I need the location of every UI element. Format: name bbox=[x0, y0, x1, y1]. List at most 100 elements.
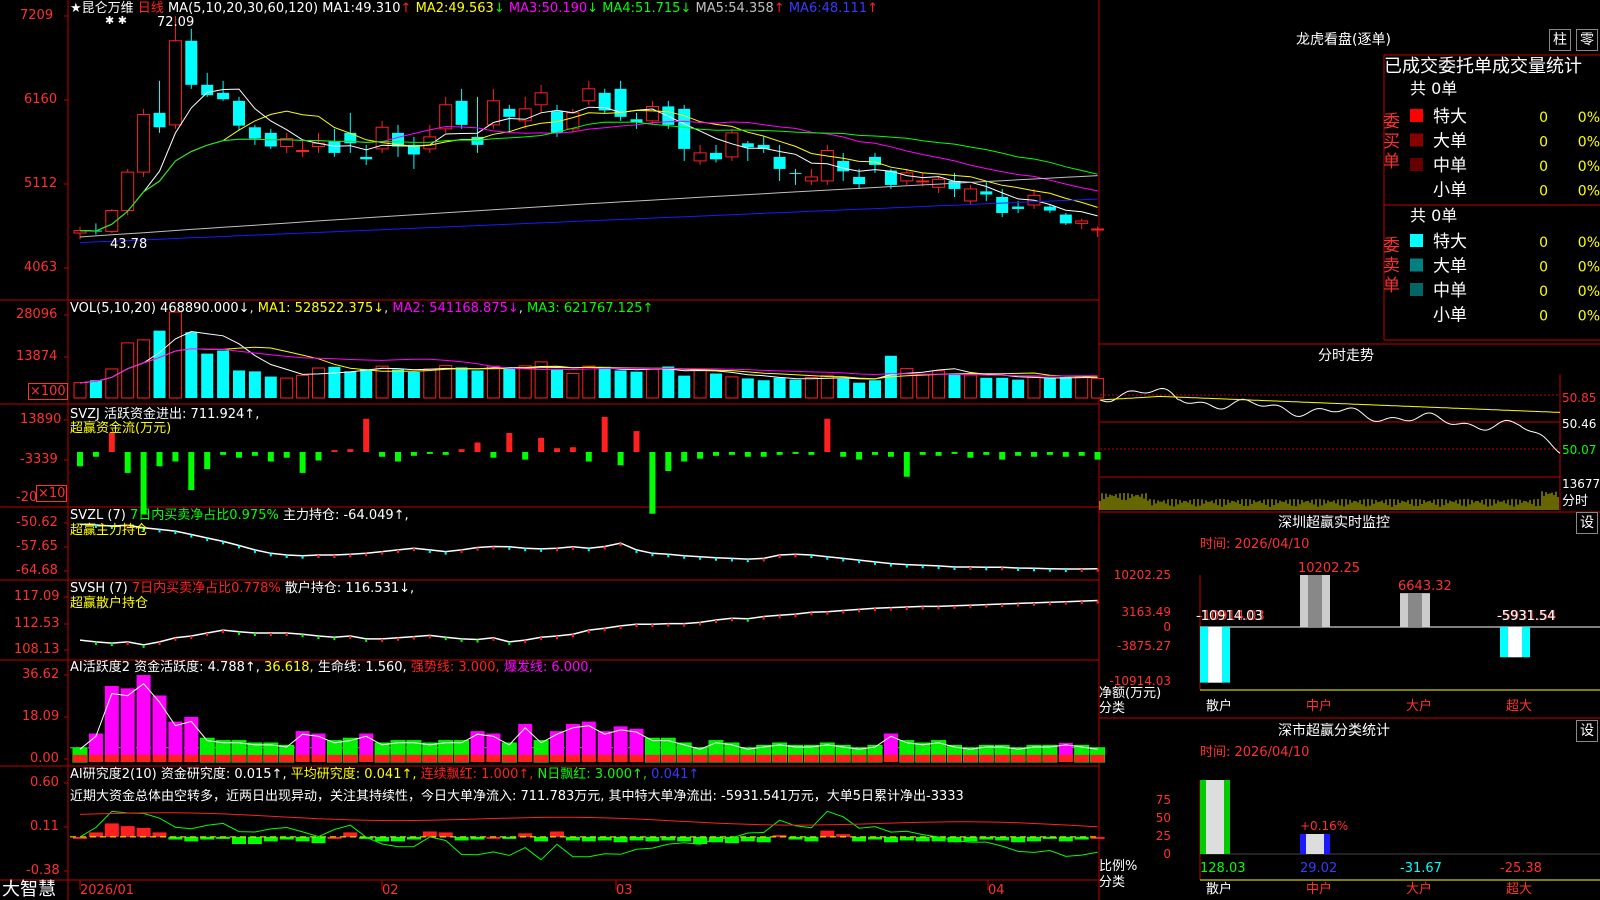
order-count: 0 bbox=[1539, 284, 1548, 300]
research-bar bbox=[263, 836, 278, 842]
volume-bar bbox=[73, 382, 87, 399]
volume-bar bbox=[678, 375, 691, 398]
research-bar bbox=[438, 832, 453, 837]
research-bar bbox=[565, 836, 580, 841]
fund-flow-bar bbox=[267, 452, 274, 462]
volume-bar bbox=[137, 339, 151, 399]
ma6-arrow: ↑ bbox=[867, 1, 878, 16]
main-holding-tick bbox=[921, 565, 924, 569]
main-holding-tick bbox=[301, 555, 304, 559]
fund-flow-bar bbox=[967, 452, 974, 458]
sz-monitor-settings-button[interactable]: 设 bbox=[1576, 512, 1598, 534]
activity-base-bar bbox=[550, 754, 564, 762]
ma-line bbox=[79, 198, 1098, 244]
volume-bar bbox=[89, 380, 102, 398]
order-count: 0 bbox=[1539, 184, 1548, 200]
research-bar bbox=[740, 836, 755, 842]
volume-bar bbox=[725, 376, 739, 399]
order-count: 0 bbox=[1539, 235, 1548, 251]
intraday-price-line bbox=[1099, 387, 1561, 454]
order-color-swatch bbox=[1410, 283, 1423, 296]
buy-total: 共 0单 bbox=[1410, 79, 1458, 98]
research-bar bbox=[550, 831, 564, 837]
ma-line bbox=[79, 121, 1098, 232]
volume-bar bbox=[1059, 377, 1072, 398]
ai2-last: 0.041↑ bbox=[651, 767, 700, 782]
vol-label: VOL(5,10,20) bbox=[70, 301, 156, 316]
period-label[interactable]: 日线 bbox=[138, 1, 164, 16]
buy-orders-label: 委买单 bbox=[1383, 112, 1400, 172]
order-type-label: 大单 bbox=[1433, 257, 1467, 277]
volume-bar bbox=[312, 367, 325, 399]
monitor-tick: 10202.25 bbox=[1114, 568, 1171, 582]
ma5-value: 54.358 bbox=[728, 1, 774, 16]
activity-bar bbox=[152, 695, 167, 762]
main-holding-tick bbox=[1017, 567, 1020, 571]
main-holding-tick bbox=[985, 567, 988, 571]
svzj-text: 活跃资金进出: 711.924↑, bbox=[104, 407, 260, 422]
fund-flow-bar bbox=[744, 452, 751, 457]
main-holding-tick bbox=[190, 534, 193, 538]
retail-holding-tick bbox=[730, 618, 733, 622]
main-chart-svg[interactable]: 特大 0 0% 大单 0 0% 中单 0 0% 小单 0 0% 特大 0 0% 大单 0 0% 中单 0 0% 小单 0 0%… bbox=[0, 0, 1600, 900]
main-holding-tick bbox=[746, 559, 749, 563]
order-type-label: 中单 bbox=[1433, 281, 1467, 301]
order-type-label: 小单 bbox=[1433, 181, 1467, 201]
order-count: 0 bbox=[1539, 260, 1548, 276]
activity-base-bar bbox=[724, 754, 739, 762]
fund-flow-bar bbox=[156, 452, 163, 467]
retail-holding-tick bbox=[619, 625, 622, 629]
research-bar bbox=[184, 836, 199, 842]
class-note: +0.16% bbox=[1300, 819, 1348, 833]
activity-bar bbox=[120, 688, 135, 762]
main-holding-tick bbox=[1080, 569, 1083, 573]
activity-base-bar bbox=[200, 754, 215, 762]
intraday-price: 50.07 bbox=[1562, 443, 1597, 457]
activity-base-bar bbox=[995, 754, 1010, 762]
candle-body bbox=[1059, 214, 1072, 224]
ai-burst: 爆发线: 6.000, bbox=[503, 660, 593, 675]
activity-base-bar bbox=[899, 754, 914, 762]
monitor-tick: -3875.27 bbox=[1117, 639, 1171, 653]
fund-flow-bar bbox=[999, 452, 1006, 460]
monitor-tick: 0 bbox=[1163, 620, 1171, 634]
activity-base-bar bbox=[756, 754, 771, 762]
ai2-tick: -0.38 bbox=[26, 863, 60, 878]
retail-holding-tick bbox=[492, 637, 495, 641]
main-holding-tick bbox=[365, 553, 368, 557]
candle-body bbox=[233, 100, 245, 126]
candle-body bbox=[503, 108, 516, 117]
retail-holding-tick bbox=[762, 616, 765, 620]
candle-body bbox=[1043, 206, 1056, 211]
vol-ma3: MA3: 621767.125↑ bbox=[527, 301, 654, 316]
activity-base-bar bbox=[868, 754, 882, 762]
candle-body bbox=[217, 92, 230, 100]
fund-flow-bar bbox=[760, 452, 767, 457]
sz-monitor-ylabel: 净额(万元) bbox=[1099, 686, 1162, 701]
retail-holding-tick bbox=[874, 608, 876, 612]
main-holding-tick bbox=[794, 554, 797, 558]
main-holding-tick bbox=[1096, 568, 1099, 572]
fund-flow-bar bbox=[331, 450, 338, 452]
ma1-label: MA1: bbox=[322, 1, 356, 16]
ma6-value: 48.111 bbox=[821, 1, 868, 16]
zero-toggle-button[interactable]: 零 bbox=[1576, 29, 1598, 51]
activity-base-bar bbox=[168, 754, 183, 762]
candle-body bbox=[916, 180, 930, 183]
retail-holding-tick bbox=[905, 606, 908, 610]
class-value: 29.02 bbox=[1300, 861, 1337, 876]
svzl-tick: -57.65 bbox=[16, 539, 58, 554]
vol-value: 468890.000↓ bbox=[160, 301, 250, 316]
retail-holding-tick bbox=[285, 633, 288, 637]
activity-base-bar bbox=[502, 754, 517, 762]
bar-toggle-button[interactable]: 柱 bbox=[1549, 29, 1571, 51]
research-bar bbox=[629, 836, 644, 841]
retail-holding-tick bbox=[1048, 602, 1051, 606]
main-holding-tick bbox=[222, 541, 225, 545]
research-bar bbox=[136, 827, 151, 837]
main-holding-tick bbox=[874, 561, 876, 565]
sz-class-settings-button[interactable]: 设 bbox=[1576, 720, 1598, 742]
retail-holding-tick bbox=[826, 611, 829, 615]
volume-bar bbox=[503, 368, 516, 398]
retail-holding-tick bbox=[810, 612, 813, 616]
